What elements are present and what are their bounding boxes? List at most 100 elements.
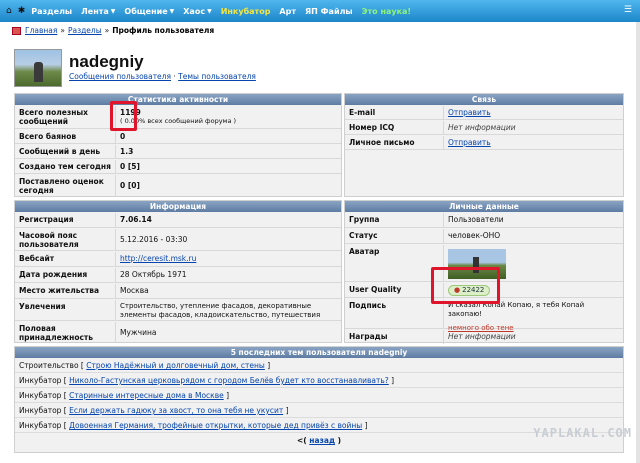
info-label: Вебсайт [19,254,55,263]
stats-value: 0 [115,130,341,143]
scrollbar[interactable] [636,22,640,463]
stats-row: Создано тем сегодня 0 [5] [15,160,341,174]
caret-down-icon: ▼ [110,7,116,15]
caret-down-icon: ▼ [207,7,212,15]
topic-row: Инкубатор [ Довоенная Германия, трофейны… [15,418,623,433]
info-value: Москва [115,284,341,298]
top-nav: ⌂ ✱ Разделы Лента ▼ Общение ▼ Хаос ▼ Инкуба… [0,0,640,22]
profile-avatar [14,49,62,87]
info-label: Половая принадлежность [19,324,94,342]
stats-row: Всего полезных сообщений 1199 ( 0.00% вс… [15,106,341,129]
personal-row: Группа Пользователи [345,213,623,228]
stats-value: 1.3 [115,145,341,158]
stats-label: Всего баянов [19,132,77,141]
contact-row: Номер ICQ Нет информации [345,121,623,135]
info-row: Дата рождения 28 Октябрь 1971 [15,268,341,283]
info-title: Информация [15,201,341,212]
topic-row: Инкубатор [ Если держать гадюку за хвост… [15,403,623,418]
nav-science[interactable]: Это наука! [362,7,411,16]
topic-link[interactable]: Строю Надёжный и долговечный дом, стены [86,361,265,370]
info-value: Мужчина [115,322,341,343]
breadcrumb-home[interactable]: Главная [25,26,57,35]
info-row: Вебсайт http://ceresit.msk.ru [15,252,341,267]
info-value: Строительство, утепление фасадов, декора… [115,300,341,320]
email-send-link[interactable]: Отправить [448,108,491,117]
info-row: Часовой пояс пользователя 5.12.2016 - 03… [15,229,341,251]
back-link[interactable]: назад [309,436,335,445]
personal-label: Статус [349,231,378,240]
topic-link[interactable]: Довоенная Германия, трофейные открытки, … [69,421,362,430]
user-links: Сообщения пользователя · Темы пользовате… [69,72,256,81]
icq-value: Нет информации [448,123,516,132]
watermark: YAPLAKAL.COM [533,426,632,440]
info-row: Увлечения Строительство, утепление фасад… [15,300,341,321]
highlight-frame [431,267,500,304]
personal-value: человек-ОНО [443,229,623,243]
info-label: Дата рождения [19,270,88,279]
home-icon[interactable]: ⌂ [6,6,12,16]
info-panel: Информация Регистрация 7.06.14 Часовой п… [14,200,342,343]
breadcrumb-sep: » [60,26,65,35]
info-value: 7.06.14 [115,213,341,227]
contact-row: Личное письмо Отправить [345,136,623,150]
contact-panel: Связь E-mail Отправить Номер ICQ Нет инф… [344,93,624,197]
contact-label: E-mail [349,108,376,117]
stats-panel: Статистика активности Всего полезных соо… [14,93,342,197]
personal-title: Личные данные [345,201,623,212]
topic-section: Инкубатор [19,406,62,415]
topic-section: Инкубатор [19,421,62,430]
info-value: 5.12.2016 - 03:30 [115,229,341,250]
personal-row: Награды Нет информации [345,330,623,344]
topic-row: Инкубатор [ Старинные интересные дома в … [15,388,623,403]
nav-art[interactable]: Арт [279,7,296,16]
awards-value: Нет информации [448,332,516,341]
settings-icon[interactable]: ✱ [18,6,26,16]
nav-social[interactable]: Общение ▼ [124,7,174,16]
website-link[interactable]: http://ceresit.msk.ru [120,254,196,263]
nav-sections[interactable]: Разделы [31,7,72,16]
user-topics-link[interactable]: Темы пользователя [178,72,256,81]
info-row: Регистрация 7.06.14 [15,213,341,228]
breadcrumb-sections[interactable]: Разделы [68,26,102,35]
back-row: <( назад ) [296,436,342,445]
username: nadegniy [69,52,144,71]
highlight-frame [110,101,137,131]
nav-chaos[interactable]: Хаос ▼ [183,7,211,16]
stats-label: Поставлено оценок сегодня [19,177,104,195]
personal-label: Группа [349,215,380,224]
stats-label: Всего полезных сообщений [19,108,89,126]
personal-label: Подпись [349,301,387,310]
back-prefix: <( [296,436,307,445]
stats-label: Сообщений в день [19,147,101,156]
topic-section: Строительство [19,361,79,370]
pm-send-link[interactable]: Отправить [448,138,491,147]
contact-label: Номер ICQ [349,123,395,132]
topic-section: Инкубатор [19,391,62,400]
topic-row: Строительство [ Строю Надёжный и долгове… [15,358,623,373]
caret-down-icon: ▼ [169,7,175,15]
topic-link[interactable]: Если держать гадюку за хвост, то она теб… [69,406,283,415]
stats-row: Всего баянов 0 [15,130,341,144]
stats-row: Поставлено оценок сегодня 0 [0] [15,175,341,197]
user-posts-link[interactable]: Сообщения пользователя [69,72,171,81]
stats-title: Статистика активности [15,94,341,105]
nav-incubator[interactable]: Инкубатор [221,7,271,16]
topic-link[interactable]: Старинные интересные дома в Москве [69,391,224,400]
topic-link[interactable]: Николо-Гастунская церковьрядом с городом… [69,376,389,385]
info-value: 28 Октябрь 1971 [115,268,341,282]
stats-row: Сообщений в день 1.3 [15,145,341,159]
info-row: Место жительства Москва [15,284,341,299]
personal-row: Статус человек-ОНО [345,229,623,244]
nav-feed[interactable]: Лента ▼ [81,7,115,16]
topic-row: Инкубатор [ Николо-Гастунская церковьряд… [15,373,623,388]
nav-files[interactable]: ЯП Файлы [305,7,353,16]
stats-value: 0 [5] [115,160,341,173]
stats-value: 1199 ( 0.00% всех сообщений форума ) [115,106,341,128]
contact-label: Личное письмо [349,138,415,147]
personal-value: Пользователи [443,213,623,227]
info-label: Увлечения [19,302,66,311]
stats-value: 0 [0] [115,175,341,197]
info-row: Половая принадлежность Мужчина [15,322,341,343]
contact-row: E-mail Отправить [345,106,623,120]
menu-icon[interactable]: ☰ [624,5,632,15]
